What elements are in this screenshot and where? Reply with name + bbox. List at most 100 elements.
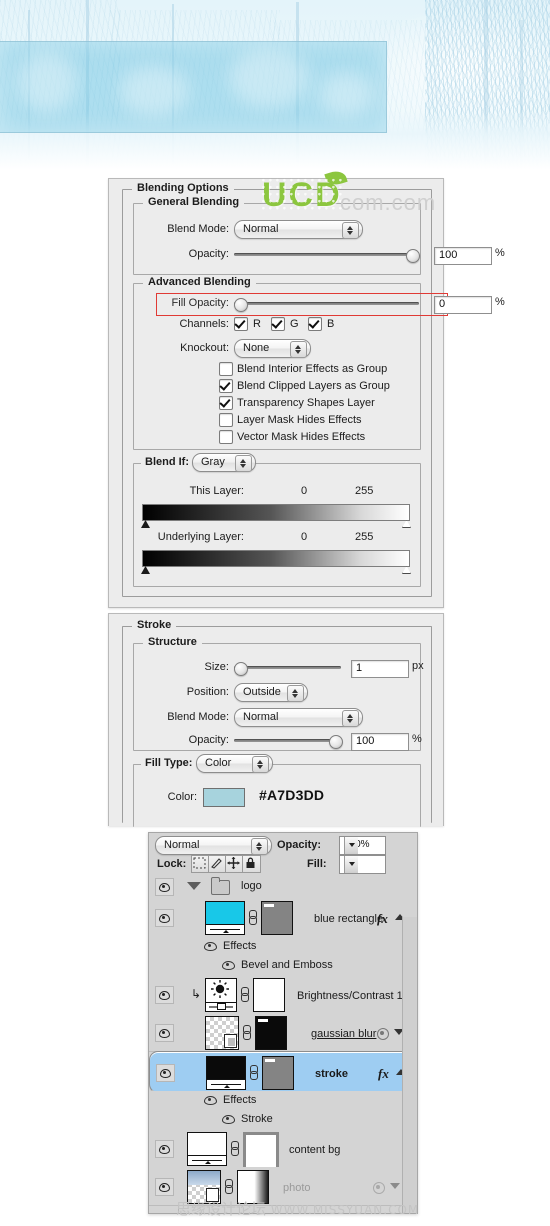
- link-mask-icon[interactable]: [248, 910, 257, 925]
- smart-filter-icon[interactable]: [377, 1028, 389, 1040]
- banner-blue-rectangle: [0, 41, 387, 133]
- smart-filter-icon[interactable]: [373, 1182, 385, 1194]
- effects-visibility-icon[interactable]: [204, 1096, 217, 1105]
- group-expand-icon[interactable]: [187, 882, 201, 890]
- layers-scrollbar[interactable]: [402, 917, 417, 1213]
- lock-all-icon[interactable]: [242, 855, 261, 873]
- link-mask-icon[interactable]: [224, 1179, 233, 1194]
- smart-filters-expand-icon[interactable]: [390, 1183, 400, 1189]
- layer-thumbnail[interactable]: [206, 1056, 246, 1090]
- channel-g-checkbox[interactable]: [271, 317, 285, 331]
- layer-row-brightness-contrast[interactable]: ↳ Brightness/Contrast 1: [149, 975, 417, 1014]
- layer-mask-hides-effects-checkbox[interactable]: [219, 413, 233, 427]
- blend-clipped-layers-checkbox[interactable]: [219, 379, 233, 393]
- layer-row-bevel-and-emboss[interactable]: Bevel and Emboss: [149, 956, 417, 976]
- stroke-opacity-input[interactable]: 100: [351, 733, 409, 751]
- stroke-color-swatch[interactable]: [203, 788, 245, 807]
- channel-r-checkbox[interactable]: [234, 317, 248, 331]
- layer-effects-fx-icon[interactable]: fx: [377, 911, 388, 927]
- opacity-unit: %: [495, 247, 505, 259]
- layer-mask-thumbnail[interactable]: [253, 978, 285, 1012]
- underlying-layer-gradient-bar[interactable]: [142, 550, 410, 567]
- visibility-toggle-icon[interactable]: [155, 986, 174, 1004]
- layer-row-gaussian-blur[interactable]: gaussian blur: [149, 1013, 417, 1052]
- link-mask-icon[interactable]: [230, 1141, 239, 1156]
- stroke-blend-mode-select[interactable]: Normal: [234, 708, 363, 727]
- stroke-blend-mode-label: Blend Mode:: [167, 711, 229, 723]
- slider-track: [234, 666, 341, 669]
- winter-forest-banner: [0, 0, 550, 170]
- stroke-dialog: Stroke Structure Size: 1 px Position: Ou…: [108, 613, 444, 827]
- layer-row-blue-rectangle[interactable]: blue rectangle fx: [149, 897, 417, 938]
- fill-opacity-input-value: 0: [439, 298, 446, 310]
- position-select[interactable]: Outside: [234, 683, 308, 702]
- slider-knob[interactable]: [234, 298, 248, 312]
- opacity-input[interactable]: 100: [434, 247, 492, 265]
- fill-type-value: Color: [205, 757, 232, 769]
- this-layer-gradient-bar[interactable]: [142, 504, 410, 521]
- link-mask-icon[interactable]: [242, 1025, 251, 1040]
- vector-mask-hides-effects-checkbox[interactable]: [219, 430, 233, 444]
- layer-thumbnail[interactable]: [187, 1132, 227, 1166]
- layer-thumbnail[interactable]: [205, 901, 245, 935]
- layer-thumbnail[interactable]: [205, 1016, 239, 1050]
- stroke-opacity-slider[interactable]: [234, 732, 343, 749]
- chevron-down-icon[interactable]: [344, 837, 358, 854]
- size-input[interactable]: 1: [351, 660, 409, 678]
- layer-row-stroke-effect[interactable]: Stroke: [149, 1110, 417, 1130]
- visibility-toggle-icon[interactable]: [155, 878, 174, 896]
- layer-effects-fx-icon[interactable]: fx: [378, 1066, 389, 1082]
- effect-visibility-icon[interactable]: [222, 1115, 235, 1124]
- watermark-domain-text: com.com: [340, 190, 437, 215]
- layer-row-effects-stroke[interactable]: Effects: [149, 1091, 417, 1111]
- size-slider[interactable]: [234, 659, 341, 676]
- effects-visibility-icon[interactable]: [204, 942, 217, 951]
- effect-visibility-icon[interactable]: [222, 961, 235, 970]
- layer-row-logo[interactable]: logo: [149, 875, 417, 898]
- layer-row-effects[interactable]: Effects: [149, 937, 417, 957]
- channel-b-checkbox[interactable]: [308, 317, 322, 331]
- knockout-value: None: [243, 342, 270, 354]
- fill-opacity-input[interactable]: 0: [434, 296, 492, 314]
- slider-knob[interactable]: [329, 735, 343, 749]
- layer-mask-thumbnail[interactable]: [243, 1132, 279, 1170]
- fill-type-select[interactable]: Color: [196, 754, 273, 773]
- chevron-updown-icon: [342, 222, 359, 239]
- layer-blend-mode-select[interactable]: Normal: [155, 836, 272, 855]
- knockout-select[interactable]: None: [234, 339, 311, 358]
- visibility-toggle-icon[interactable]: [155, 1024, 174, 1042]
- fill-type-label: Fill Type:: [141, 757, 197, 769]
- structure-title: Structure: [143, 636, 202, 648]
- layer-name: gaussian blur: [311, 1028, 377, 1040]
- opacity-label: Opacity:: [188, 248, 229, 260]
- layer-row-stroke[interactable]: stroke fx: [149, 1051, 417, 1093]
- visibility-toggle-icon[interactable]: [156, 1064, 175, 1082]
- layer-fill-input[interactable]: 0%: [339, 855, 386, 874]
- slider-knob[interactable]: [406, 249, 420, 263]
- layer-mask-thumbnail[interactable]: [262, 1056, 294, 1090]
- link-mask-icon[interactable]: [240, 987, 249, 1002]
- slider-track: [234, 739, 341, 742]
- opacity-slider[interactable]: [234, 246, 420, 263]
- visibility-toggle-icon[interactable]: [155, 909, 174, 927]
- layer-name: blue rectangle: [314, 913, 384, 925]
- fill-opacity-slider[interactable]: [234, 295, 419, 312]
- blend-mode-select[interactable]: Normal: [234, 220, 363, 239]
- layer-mask-thumbnail[interactable]: [261, 901, 293, 935]
- channel-g-label: G: [290, 318, 299, 330]
- link-mask-icon[interactable]: [249, 1065, 258, 1080]
- blend-mode-label: Blend Mode:: [167, 223, 229, 235]
- blend-interior-effects-checkbox[interactable]: [219, 362, 233, 376]
- stroke-blend-mode-value: Normal: [243, 711, 279, 723]
- visibility-toggle-icon[interactable]: [155, 1140, 174, 1158]
- chevron-down-icon[interactable]: [344, 856, 358, 873]
- layer-row-content-bg[interactable]: content bg: [149, 1129, 417, 1170]
- transparency-shapes-layer-checkbox[interactable]: [219, 396, 233, 410]
- slider-knob[interactable]: [234, 662, 248, 676]
- layer-opacity-input[interactable]: 100%: [339, 836, 386, 855]
- visibility-toggle-icon[interactable]: [155, 1178, 174, 1196]
- layer-mask-thumbnail[interactable]: [255, 1016, 287, 1050]
- adjustment-layer-thumbnail[interactable]: [205, 978, 237, 1012]
- blend-if-channel-select[interactable]: Gray: [192, 453, 256, 472]
- chevron-updown-icon: [252, 756, 269, 773]
